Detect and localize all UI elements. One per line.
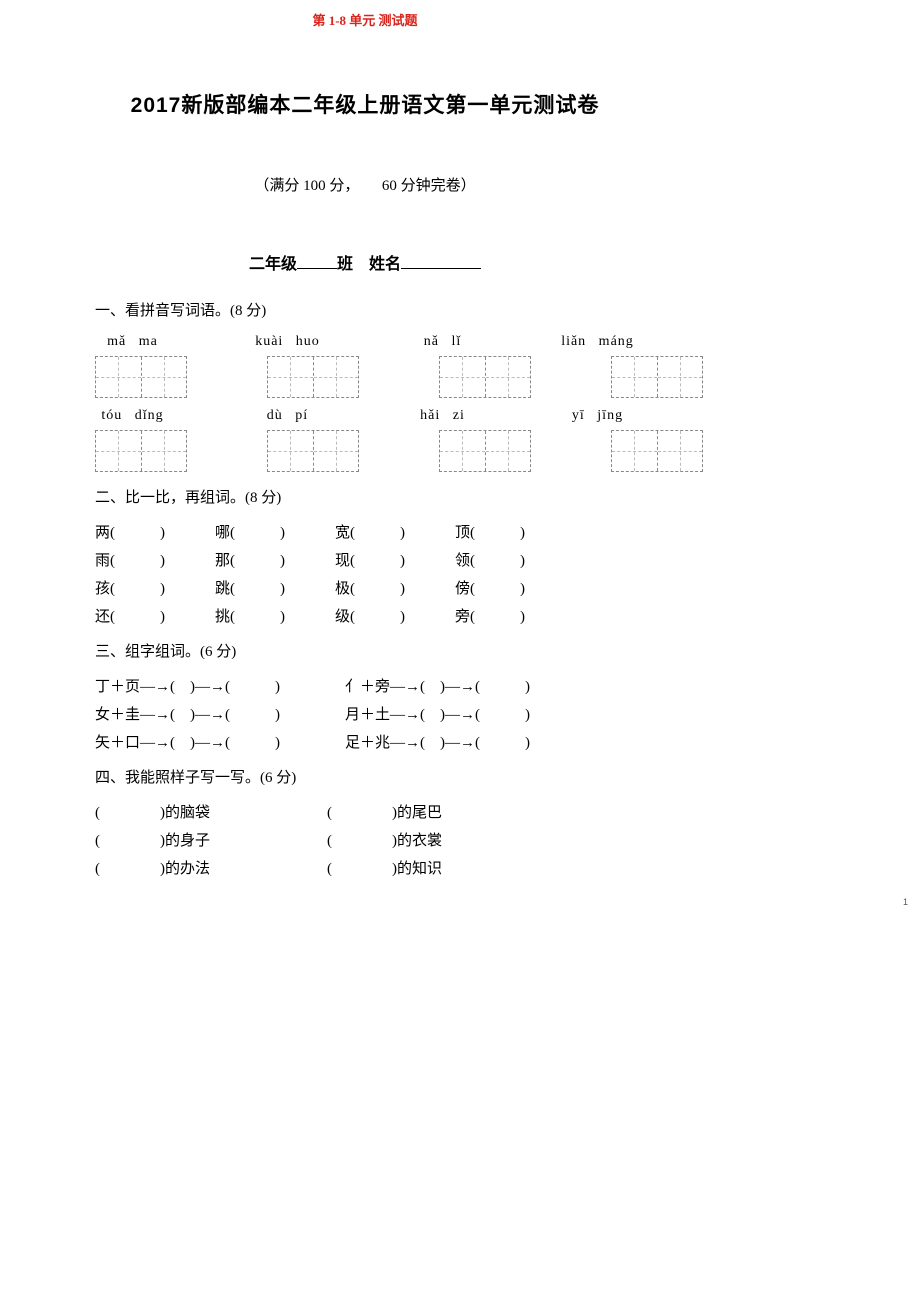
compose-right[interactable]: 亻＋旁—→( )—→( ) [345,675,595,696]
compare-cell[interactable]: 哪( ) [215,521,335,542]
page-number: 1 [903,897,908,907]
compare-cell[interactable]: 雨( ) [95,549,215,570]
section-4-head: 四、我能照样子写一写。(6 分) [95,766,635,787]
box-row [95,430,635,472]
fill-right[interactable]: ()的知识 [327,857,559,878]
compare-cell[interactable]: 挑( ) [215,605,335,626]
compose-left[interactable]: 矢＋口—→( )—→( ) [95,731,345,752]
compose-right[interactable]: 月＋土—→( )—→( ) [345,703,595,724]
tianzige-cell[interactable] [612,431,658,471]
compare-cell[interactable]: 旁( ) [455,605,575,626]
compare-cell[interactable]: 极( ) [335,577,455,598]
fill-tail: )的尾巴 [392,805,442,821]
compare-cell[interactable]: 还( ) [95,605,215,626]
tianzige-pair[interactable] [267,356,359,398]
fill-right[interactable]: ()的尾巴 [327,801,559,822]
fill-tail: )的办法 [160,861,210,877]
header-note: 第 1-8 单元 测试题 [95,10,635,29]
compose-row: 矢＋口—→( )—→( ) 足＋兆—→( )—→( ) [95,731,635,752]
compose-left[interactable]: 丁＋页—→( )—→( ) [95,675,345,696]
compose-left[interactable]: 女＋圭—→( )—→( ) [95,703,345,724]
pinyin-label: dù pí [250,408,325,424]
pinyin-label: nǎ lǐ [405,334,480,350]
fill-tail: )的身子 [160,833,210,849]
tianzige-cell[interactable] [612,357,658,397]
tianzige-cell[interactable] [268,431,314,471]
compare-row: 两( ) 哪( ) 宽( ) 顶( ) [95,521,635,542]
compose-row: 丁＋页—→( )—→( ) 亻＋旁—→( )—→( ) [95,675,635,696]
tianzige-cell[interactable] [142,357,187,397]
tianzige-cell[interactable] [268,357,314,397]
compare-cell[interactable]: 那( ) [215,549,335,570]
pinyin-label: hǎi zi [405,408,480,424]
compare-cell[interactable]: 领( ) [455,549,575,570]
compare-cell[interactable]: 两( ) [95,521,215,542]
subtitle: （满分 100 分， 60 分钟完卷） [95,174,635,195]
grade-label: 二年级 [249,256,297,273]
fill-left[interactable]: ()的脑袋 [95,801,327,822]
subtitle-right: 60 分钟完卷） [382,178,476,194]
pinyin-label: tóu dǐng [95,408,170,424]
fill-tail: )的脑袋 [160,805,210,821]
page: 第 1-8 单元 测试题 2017新版部编本二年级上册语文第一单元测试卷 （满分… [0,0,730,915]
title: 2017新版部编本二年级上册语文第一单元测试卷 [95,89,635,119]
fill-row: ()的身子 ()的衣裳 [95,829,635,850]
compare-cell[interactable]: 顶( ) [455,521,575,542]
pinyin-row: mǎ ma kuài huo nǎ lǐ liǎn máng [95,334,635,350]
pinyin-label: kuài huo [250,334,325,350]
tianzige-cell[interactable] [486,357,531,397]
fill-left[interactable]: ()的办法 [95,857,327,878]
fill-tail: )的衣裳 [392,833,442,849]
compare-row: 孩( ) 跳( ) 极( ) 傍( ) [95,577,635,598]
tianzige-cell[interactable] [440,431,486,471]
pinyin-row: tóu dǐng dù pí hǎi zi yī jīng [95,408,635,424]
section-1-head: 一、看拼音写词语。(8 分) [95,299,635,320]
tianzige-cell[interactable] [658,357,703,397]
tianzige-pair[interactable] [95,430,187,472]
fill-left[interactable]: ()的身子 [95,829,327,850]
pinyin-label: mǎ ma [95,334,170,350]
subtitle-left: （满分 100 分， [254,178,359,194]
tianzige-pair[interactable] [611,430,703,472]
tianzige-cell[interactable] [314,357,359,397]
class-blank[interactable] [297,252,337,269]
tianzige-pair[interactable] [95,356,187,398]
pinyin-label: yī jīng [560,408,635,424]
compare-cell[interactable]: 宽( ) [335,521,455,542]
name-blank[interactable] [401,252,481,269]
compare-cell[interactable]: 级( ) [335,605,455,626]
tianzige-pair[interactable] [267,430,359,472]
compare-cell[interactable]: 孩( ) [95,577,215,598]
tianzige-cell[interactable] [96,357,142,397]
tianzige-cell[interactable] [96,431,142,471]
compose-row: 女＋圭—→( )—→( ) 月＋土—→( )—→( ) [95,703,635,724]
compare-cell[interactable]: 现( ) [335,549,455,570]
compare-cell[interactable]: 傍( ) [455,577,575,598]
tianzige-cell[interactable] [440,357,486,397]
tianzige-cell[interactable] [314,431,359,471]
class-label: 班 姓名 [337,256,401,273]
section-2-head: 二、比一比，再组词。(8 分) [95,486,635,507]
tianzige-pair[interactable] [439,356,531,398]
compare-row: 雨( ) 那( ) 现( ) 领( ) [95,549,635,570]
tianzige-cell[interactable] [142,431,187,471]
tianzige-pair[interactable] [439,430,531,472]
tianzige-cell[interactable] [486,431,531,471]
fill-tail: )的知识 [392,861,442,877]
name-line: 二年级 班 姓名 [95,250,635,274]
subtitle-space [363,178,378,194]
box-row [95,356,635,398]
fill-right[interactable]: ()的衣裳 [327,829,559,850]
pinyin-label: liǎn máng [560,334,635,350]
compare-row: 还( ) 挑( ) 级( ) 旁( ) [95,605,635,626]
compare-cell[interactable]: 跳( ) [215,577,335,598]
fill-row: ()的办法 ()的知识 [95,857,635,878]
fill-row: ()的脑袋 ()的尾巴 [95,801,635,822]
compose-right[interactable]: 足＋兆—→( )—→( ) [345,731,595,752]
tianzige-cell[interactable] [658,431,703,471]
tianzige-pair[interactable] [611,356,703,398]
section-3-head: 三、组字组词。(6 分) [95,640,635,661]
